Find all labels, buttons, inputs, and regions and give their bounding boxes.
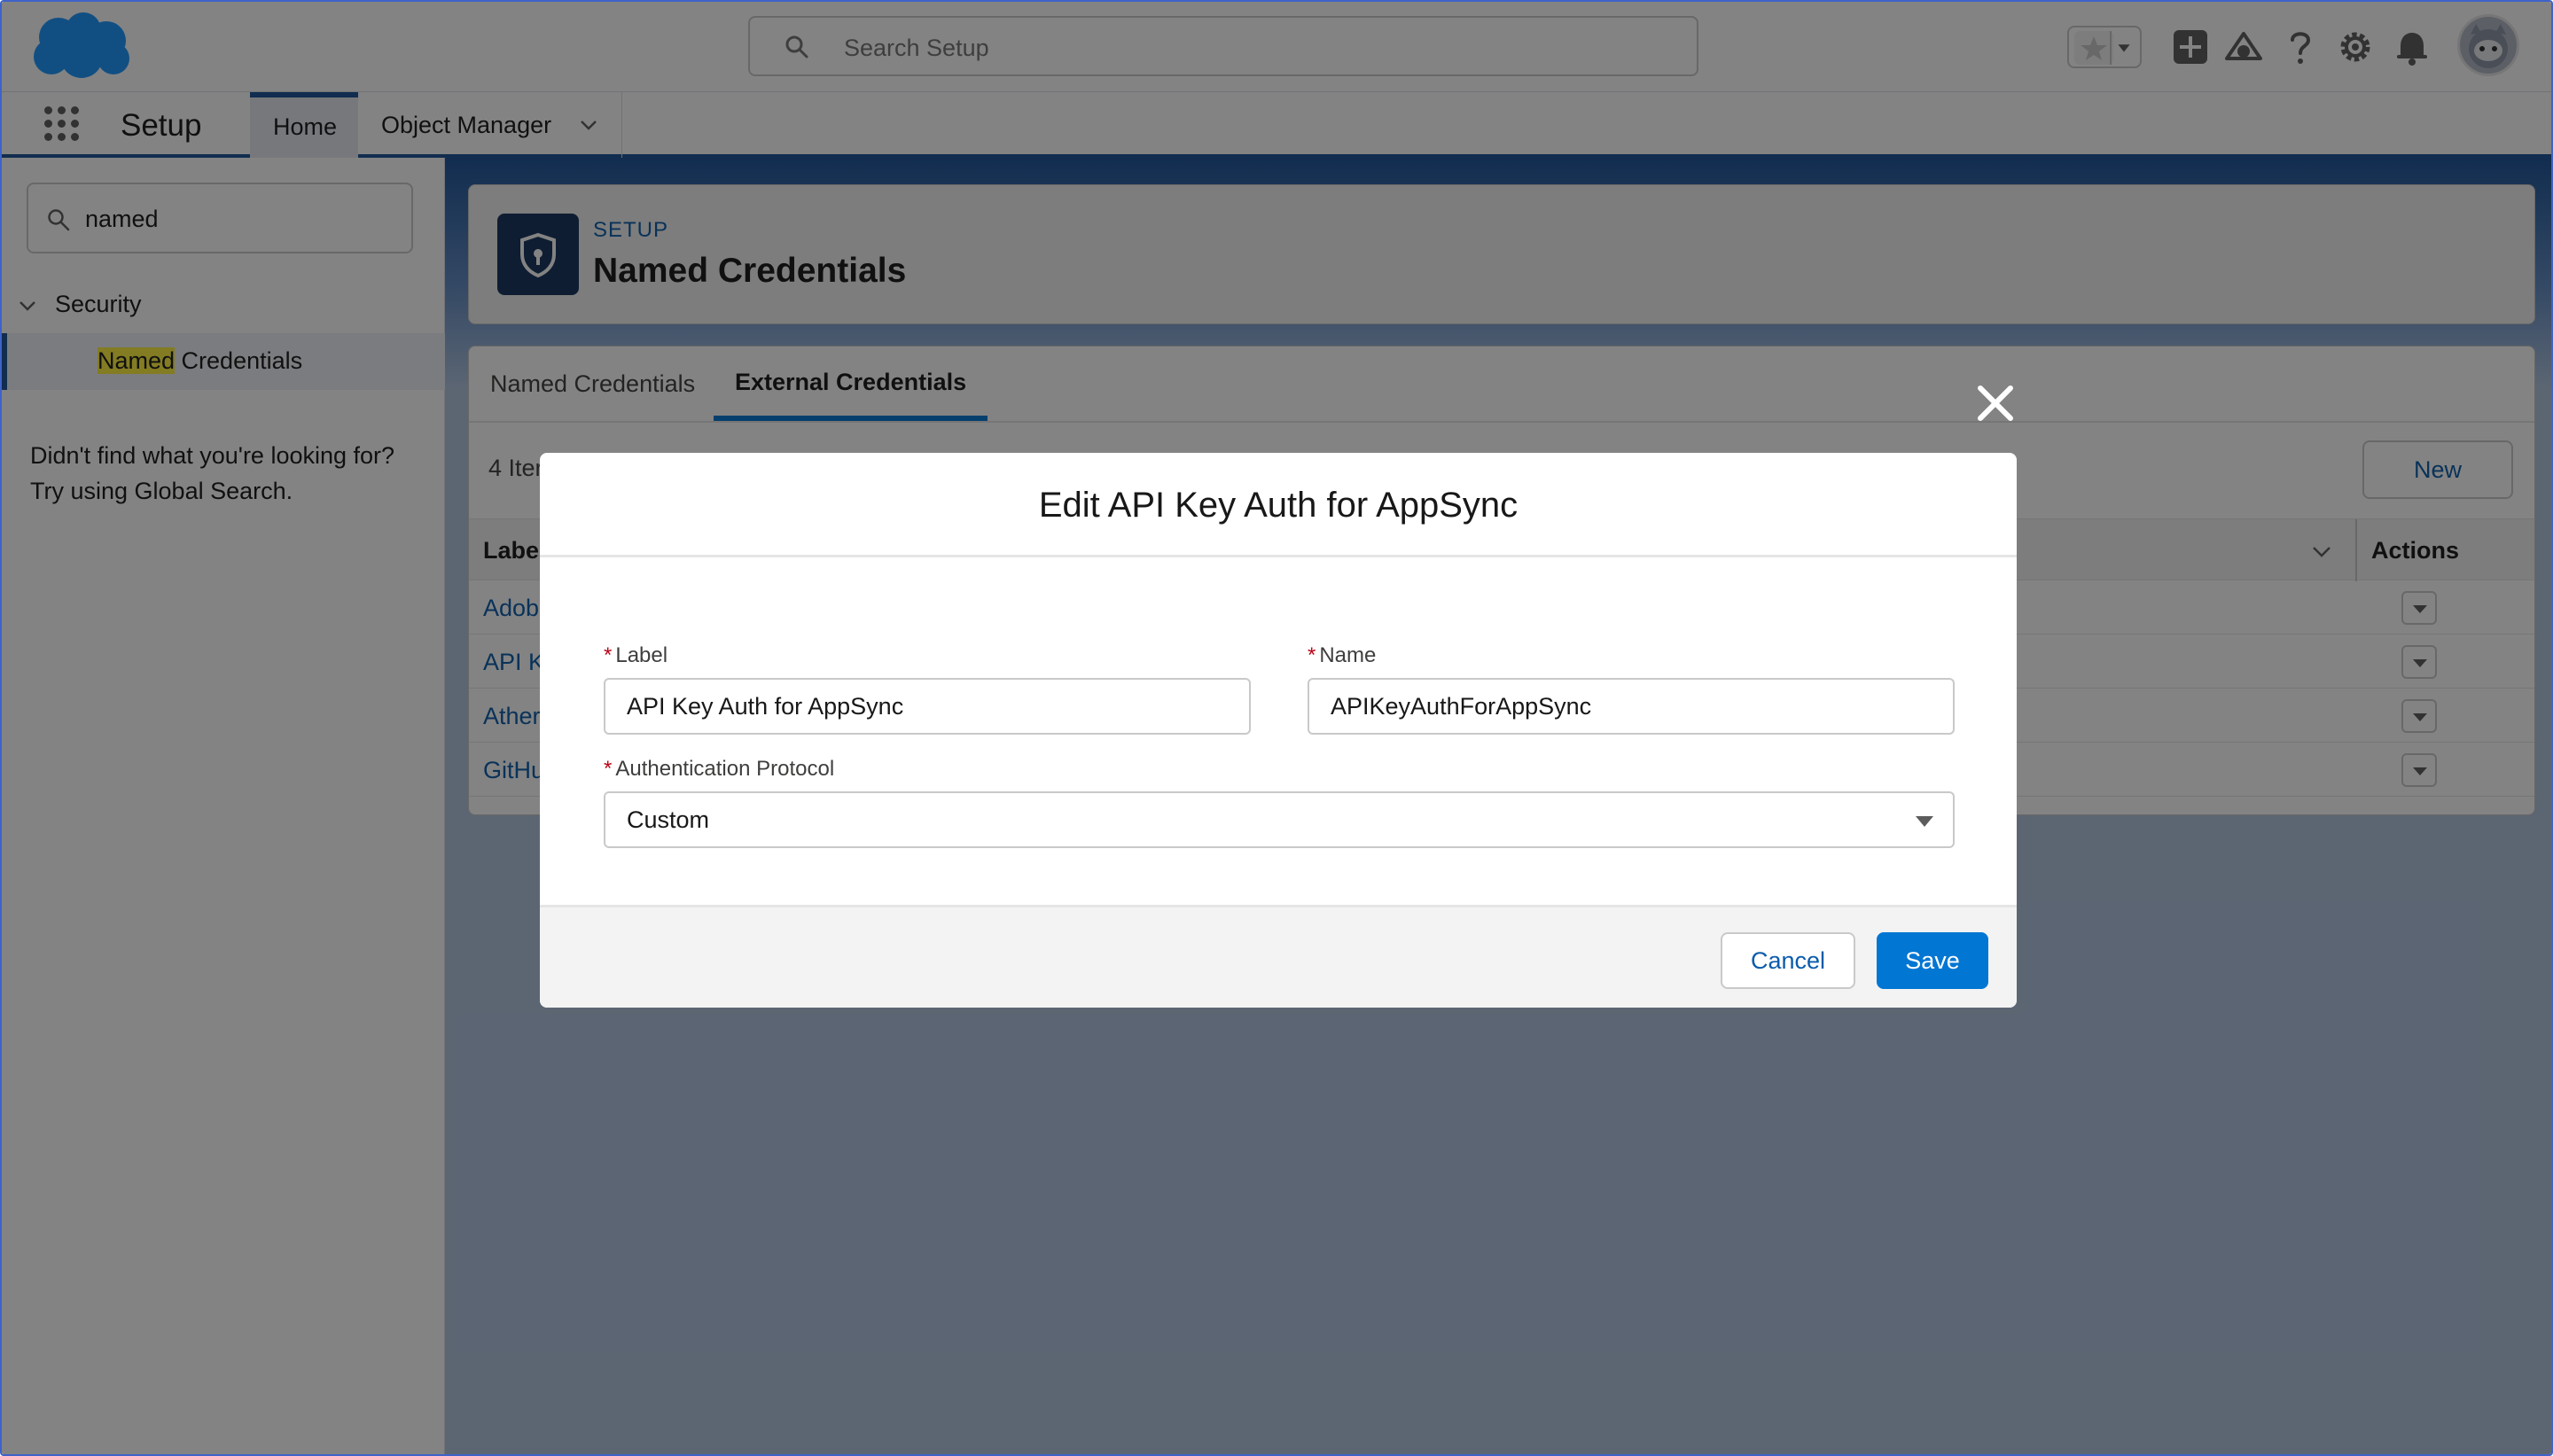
label-field-label-text: Label — [615, 643, 668, 667]
edit-external-credential-modal: Edit API Key Auth for AppSync * Label API… — [540, 453, 2017, 1008]
label-field-label: * Label — [604, 642, 668, 669]
app-window: Search Setup — [0, 0, 2553, 1456]
modal-body: * Label API Key Auth for AppSync * Name AP… — [540, 557, 2017, 905]
close-icon[interactable] — [1975, 383, 2016, 424]
required-marker: * — [604, 643, 613, 667]
protocol-field-label-text: Authentication Protocol — [615, 757, 835, 781]
name-field-label-text: Name — [1319, 643, 1377, 667]
protocol-field-label: * Authentication Protocol — [604, 756, 834, 783]
name-input[interactable]: APIKeyAuthForAppSync — [1308, 678, 1955, 735]
authentication-protocol-select[interactable]: Custom — [604, 791, 1955, 848]
cancel-button[interactable]: Cancel — [1721, 932, 1855, 989]
modal-header: Edit API Key Auth for AppSync — [540, 453, 2017, 557]
dropdown-caret-icon — [1916, 816, 1933, 827]
label-input[interactable]: API Key Auth for AppSync — [604, 678, 1251, 735]
required-marker: * — [1308, 643, 1316, 667]
required-marker: * — [604, 757, 613, 781]
protocol-selected-value: Custom — [627, 806, 710, 833]
modal-backdrop[interactable]: Edit API Key Auth for AppSync * Label API… — [2, 2, 2551, 1454]
modal-title: Edit API Key Auth for AppSync — [1038, 486, 1519, 525]
save-button[interactable]: Save — [1877, 932, 1988, 989]
name-field-label: * Name — [1308, 642, 1376, 669]
modal-footer: Cancel Save — [540, 905, 2017, 1008]
